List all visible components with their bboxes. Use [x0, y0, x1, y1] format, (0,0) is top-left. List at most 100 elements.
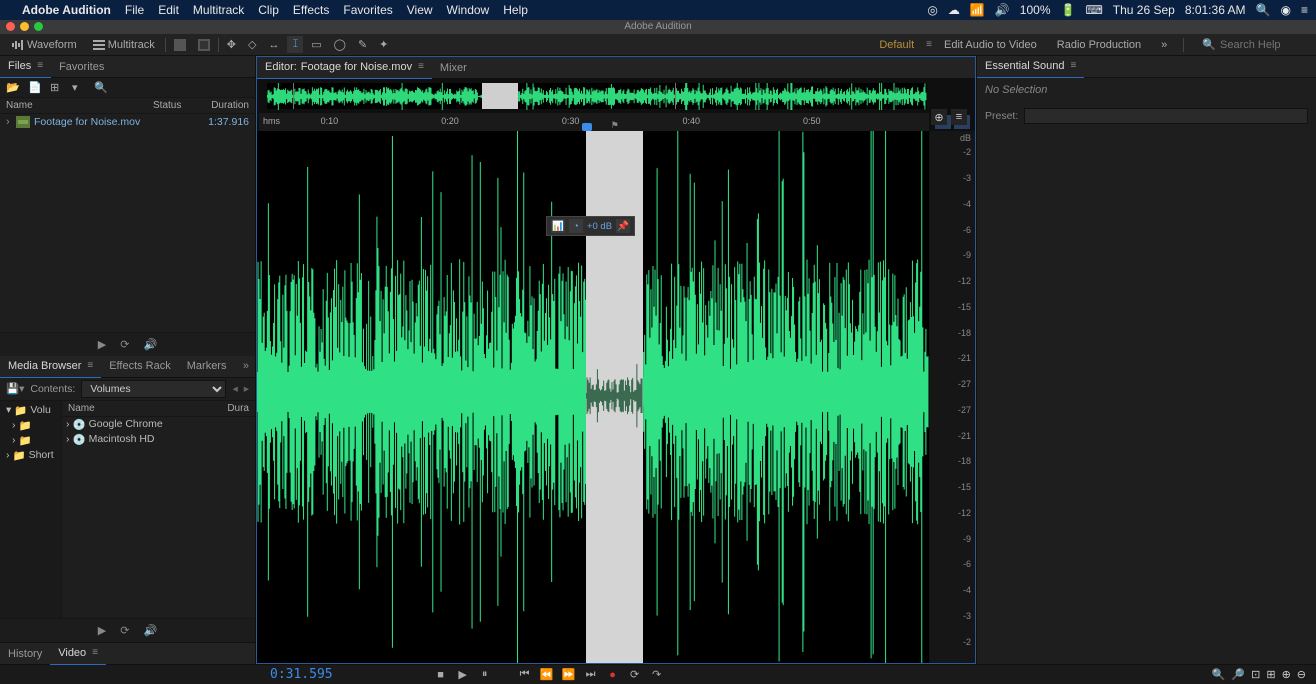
overview-selection[interactable] — [482, 83, 518, 109]
menu-view[interactable]: View — [407, 3, 433, 17]
go-start-button[interactable]: ⏮ — [517, 668, 533, 682]
spectral-freq-button[interactable] — [170, 37, 190, 53]
hud-clock-icon[interactable]: ◔ — [569, 219, 583, 233]
waveform-canvas[interactable]: 𝙸 📊 ◔ +0 dB 📌 — [257, 131, 929, 663]
skip-sel-button[interactable]: ↷ — [649, 668, 665, 682]
menu-file[interactable]: File — [125, 3, 144, 17]
razor-tool[interactable]: ◇ — [244, 36, 260, 53]
zoom-full-icon[interactable]: ⊡ — [1251, 668, 1260, 681]
tree-sub2[interactable]: ›📁 — [2, 433, 59, 448]
mb-auto-icon[interactable]: 🔊 — [143, 624, 157, 637]
go-end-button[interactable]: ⏭ — [583, 668, 599, 682]
drive-icon[interactable]: 💾▾ — [6, 382, 24, 395]
spot-heal-tool[interactable]: ✦ — [375, 36, 392, 53]
tab-markers[interactable]: Markers — [179, 355, 235, 377]
mb-loop-icon[interactable]: ⟳ — [120, 624, 129, 637]
auto-play-icon[interactable]: 🔊 — [143, 338, 157, 351]
panel-overflow-icon[interactable]: » — [243, 360, 255, 372]
mb-item-machd[interactable]: ›💿Macintosh HD — [62, 432, 255, 447]
battery-text[interactable]: 100% — [1020, 3, 1051, 17]
menu-effects[interactable]: Effects — [293, 3, 329, 17]
zoom-in-icon[interactable]: 🔍 — [1212, 668, 1226, 681]
hud-pin-icon[interactable]: 📌 — [616, 219, 630, 233]
tab-media-browser[interactable]: Media Browser≡ — [0, 355, 101, 378]
zoom-sel-icon[interactable]: ⊞ — [1266, 668, 1275, 681]
filter-icon[interactable]: ▾ — [72, 81, 86, 95]
workspace-default-menu-icon[interactable]: ≡ — [926, 39, 932, 50]
wifi-icon[interactable]: 📶 — [970, 3, 985, 17]
time-select-tool[interactable]: 𝙸 — [287, 36, 303, 53]
search-files-icon[interactable]: 🔍 — [94, 81, 108, 95]
tab-files[interactable]: Files≡ — [0, 55, 51, 78]
search-help[interactable]: 🔍 — [1202, 38, 1310, 51]
zoom-in-time-icon[interactable]: ⊕ — [1282, 668, 1291, 681]
zoom-out-icon[interactable]: 🔎 — [1231, 668, 1245, 681]
menu-favorites[interactable]: Favorites — [343, 3, 392, 17]
lasso-tool[interactable]: ◯ — [330, 36, 350, 53]
sync-icon[interactable]: ◎ — [927, 3, 937, 17]
volume-icon[interactable]: 🔊 — [995, 3, 1010, 17]
maximize-window-button[interactable] — [34, 22, 43, 31]
record-button[interactable]: ● — [605, 668, 621, 682]
timecode-display[interactable]: 0:31.595 — [10, 667, 333, 682]
loop-preview-icon[interactable]: ⟳ — [120, 338, 129, 351]
file-row[interactable]: › Footage for Noise.mov 1:37.916 — [0, 114, 255, 130]
tab-history[interactable]: History — [0, 643, 50, 665]
mb-col-dura[interactable]: Dura — [227, 403, 249, 414]
expand-icon[interactable]: › — [6, 116, 16, 128]
zoom-nav-icon[interactable]: ⊕ — [931, 109, 947, 125]
playhead-handle[interactable] — [582, 123, 592, 131]
workspace-radio[interactable]: Radio Production — [1049, 39, 1149, 51]
loop-button[interactable]: ⟳ — [627, 668, 643, 682]
tab-mixer[interactable]: Mixer — [432, 57, 475, 79]
timeline-ruler[interactable]: hms 0:10 0:20 0:30 0:40 0:50 ⚑ — [259, 113, 929, 131]
nav-back-icon[interactable]: ◂ — [232, 383, 237, 395]
menu-window[interactable]: Window — [447, 3, 490, 17]
mb-col-name[interactable]: Name — [68, 403, 227, 414]
db-scale[interactable]: dB -2-3-4-6-9-12-15-18-21-27-27-21-18-15… — [929, 131, 975, 663]
hud-level-icon[interactable]: 📊 — [551, 219, 565, 233]
editor-tab-menu-icon[interactable]: ≡ — [418, 56, 424, 78]
menu-edit[interactable]: Edit — [158, 3, 179, 17]
rewind-button[interactable]: ⏪ — [539, 668, 555, 682]
play-button[interactable]: ▶ — [455, 668, 471, 682]
brush-tool[interactable]: ✎ — [354, 36, 371, 53]
tree-shortcuts[interactable]: ›📁Short — [2, 448, 59, 463]
es-preset-select[interactable] — [1024, 108, 1308, 124]
pause-button[interactable]: ⏸ — [477, 668, 493, 682]
spotlight-icon[interactable]: 🔍 — [1256, 3, 1271, 17]
search-input[interactable] — [1220, 39, 1310, 51]
workspace-default[interactable]: Default — [873, 39, 920, 51]
play-preview-icon[interactable]: ▶ — [98, 338, 106, 351]
overview-waveform[interactable] — [267, 83, 927, 109]
workspace-more[interactable]: » — [1153, 39, 1175, 51]
tab-essential-sound[interactable]: Essential Sound≡ — [977, 55, 1084, 78]
date-text[interactable]: Thu 26 Sep — [1113, 3, 1175, 17]
tab-video[interactable]: Video≡ — [50, 642, 106, 665]
tree-sub1[interactable]: ›📁 — [2, 418, 59, 433]
multitrack-mode-button[interactable]: Multitrack — [87, 37, 161, 53]
gain-hud[interactable]: 📊 ◔ +0 dB 📌 — [546, 216, 635, 236]
mb-play-icon[interactable]: ▶ — [98, 624, 106, 637]
forward-button[interactable]: ⏩ — [561, 668, 577, 682]
new-multitrack-icon[interactable]: ⊞ — [50, 81, 64, 95]
tree-volumes[interactable]: ▾📁Volu — [2, 403, 59, 418]
mb-item-chrome[interactable]: ›💿Google Chrome — [62, 417, 255, 432]
menu-clip[interactable]: Clip — [258, 3, 279, 17]
nav-fwd-icon[interactable]: ▸ — [244, 383, 249, 395]
col-name[interactable]: Name — [6, 100, 153, 111]
stop-button[interactable]: ■ — [433, 668, 449, 682]
close-window-button[interactable] — [6, 22, 15, 31]
app-name[interactable]: Adobe Audition — [22, 3, 111, 17]
menu-multitrack[interactable]: Multitrack — [193, 3, 244, 17]
zoom-out-time-icon[interactable]: ⊖ — [1297, 668, 1306, 681]
time-text[interactable]: 8:01:36 AM — [1185, 3, 1246, 17]
tab-favorites[interactable]: Favorites — [51, 56, 112, 78]
move-tool[interactable]: ✥ — [223, 36, 240, 53]
files-tab-menu-icon[interactable]: ≡ — [37, 55, 43, 77]
zoom-panel-icon[interactable]: ≡ — [951, 109, 967, 125]
col-status[interactable]: Status — [153, 100, 197, 111]
minimize-window-button[interactable] — [20, 22, 29, 31]
col-duration[interactable]: Duration — [197, 100, 249, 111]
keyboard-icon[interactable]: ⌨ — [1085, 3, 1102, 17]
